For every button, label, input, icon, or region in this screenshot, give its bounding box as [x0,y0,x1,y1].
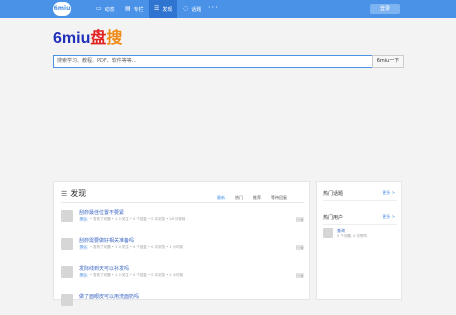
section-title: ☰ 发现 [61,188,86,199]
sidebar: 热门话题 更多 > 热门用户 更多 > 查询 0 个问题, 0 次赞同 [316,181,402,300]
hot-users-more-link[interactable]: 更多 > [382,214,395,220]
search-input[interactable]: 搜索学习、教程、PDF、软件等等... [53,55,375,68]
avatar[interactable] [61,266,73,278]
tab-hot[interactable]: 热门 [230,194,248,202]
nav-item-topics[interactable]: ◌ 话题 [178,0,206,18]
avatar[interactable] [61,210,73,222]
site-title-part: 搜 [106,30,123,47]
chat-icon: ◌ [183,5,189,12]
nav-item-label: 话题 [191,6,202,13]
hot-topics-heading: 热门话题 [323,191,344,197]
nav-item-column[interactable]: ▤ 专栏 [120,0,149,18]
list-item: 发际线到天可以补发吗 默认 • 发布了问题 • 1 人关注 • 0 个回复 • … [61,265,304,287]
meta-text: • 发布了问题 • 1 人关注 • 0 个回复 • 0 次浏览 • 28 分钟前 [90,217,186,221]
nav-item-discover[interactable]: ☰ 发现 [149,0,178,18]
user-stats: 0 个问题, 0 次赞同 [337,234,367,238]
avatar[interactable] [61,294,73,306]
meta-text: • 发布了问题 • 1 人关注 • 0 个回复 • 0 次浏览 • 1 小时前 [90,273,184,277]
column-icon: ▤ [125,5,131,12]
list-item: 做了面眼皮可以用洗面奶吗 [61,293,304,315]
hot-topics-more-link[interactable]: 更多 > [382,190,395,196]
site-title: 6miu盘搜 [53,24,122,48]
reply-link[interactable]: 回复 [296,273,304,279]
tab-awaiting-reply[interactable]: 等待回复 [266,194,292,202]
nav-item-label: 动态 [104,6,115,13]
question-meta: 默认 • 发布了问题 • 1 人关注 • 0 个回复 • 0 次浏览 • 28 … [79,217,185,222]
question-title[interactable]: 刮痧最佳位置不要紧 [79,209,124,216]
meta-text: • 发布了问题 • 1 人关注 • 0 个回复 • 0 次浏览 • 1 小时前 [90,245,184,249]
nav-item-label: 专栏 [133,6,144,13]
reply-link[interactable]: 回复 [296,245,304,251]
list-icon: ☰ [154,5,160,12]
category-tag[interactable]: 默认 [79,245,88,250]
tab-recommended[interactable]: 推荐 [248,194,266,202]
question-title[interactable]: 发际线到天可以补发吗 [79,265,129,272]
more-menu-button[interactable]: ··· [208,3,219,13]
nav-item-activity[interactable]: ▭ 动态 [91,0,120,18]
top-navbar: 6miu ▭ 动态 ▤ 专栏 ☰ 发现 ◌ 话题 ··· 登录 [0,0,456,18]
discover-panel: ☰ 发现 最新 热门 推荐 等待回复 刮痧最佳位置不要紧 默认 • 发布了问题 … [53,181,310,306]
search-button[interactable]: 6miu一下 [372,55,404,68]
site-title-part: 6miu [53,30,91,47]
hot-users-heading: 热门用户 [323,215,344,221]
list-item: 刮痧需要做好相关准备吗 默认 • 发布了问题 • 1 人关注 • 0 个回复 •… [61,237,304,259]
question-title[interactable]: 做了面眼皮可以用洗面奶吗 [79,293,139,300]
question-meta: 默认 • 发布了问题 • 1 人关注 • 0 个回复 • 0 次浏览 • 1 小… [79,273,183,278]
avatar[interactable] [323,228,333,238]
list-item: 刮痧最佳位置不要紧 默认 • 发布了问题 • 1 人关注 • 0 个回复 • 0… [61,209,304,231]
section-title-label: 发现 [70,189,87,198]
avatar[interactable] [61,238,73,250]
category-tag[interactable]: 默认 [79,273,88,278]
question-meta: 默认 • 发布了问题 • 1 人关注 • 0 个回复 • 0 次浏览 • 1 小… [79,245,183,250]
list-icon: ☰ [61,189,68,198]
category-tag[interactable]: 默认 [79,217,88,222]
nav-item-label: 发现 [162,6,173,13]
site-title-part: 盘 [90,30,107,47]
divider [323,200,397,201]
question-title[interactable]: 刮痧需要做好相关准备吗 [79,237,134,244]
login-button[interactable]: 登录 [370,4,400,14]
site-logo[interactable]: 6miu [53,2,71,16]
reply-link[interactable]: 回复 [296,217,304,223]
page-icon: ▭ [96,5,102,12]
divider [323,224,397,225]
divider [61,202,304,203]
